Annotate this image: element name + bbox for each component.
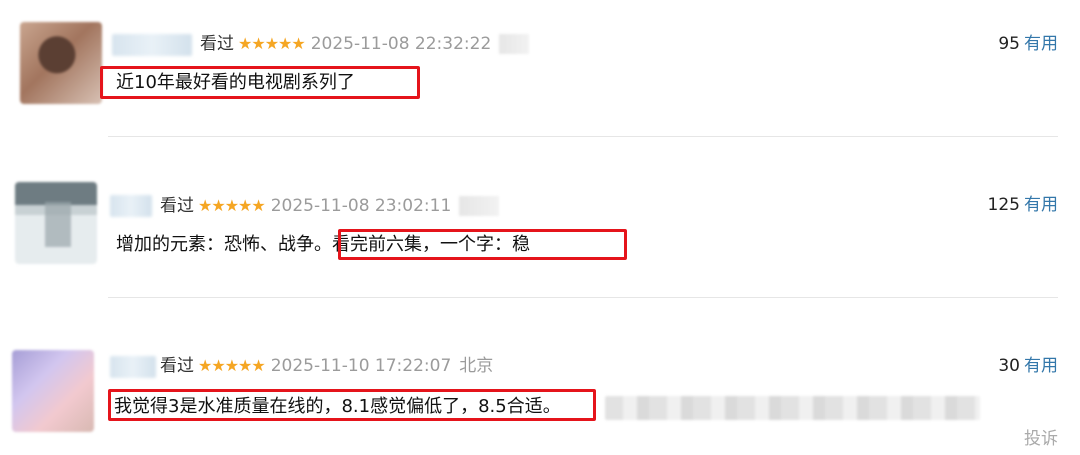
watch-status: 看过 bbox=[160, 356, 194, 376]
review-text-blurred bbox=[605, 396, 980, 420]
review-item: 看过 ★★★★★ 2025-11-10 17:22:07 北京 30 有用 我觉得3是水… bbox=[0, 0, 1080, 455]
review-meta: 看过 ★★★★★ 2025-11-10 17:22:07 北京 bbox=[160, 355, 493, 377]
report-button[interactable]: 投诉 bbox=[1024, 424, 1058, 449]
review-time: 2025-11-10 17:22:07 bbox=[270, 356, 452, 376]
username-blurred[interactable] bbox=[110, 356, 156, 378]
useful-count: 30 bbox=[998, 356, 1020, 376]
review-location: 北京 bbox=[459, 356, 494, 376]
avatar[interactable] bbox=[12, 350, 94, 432]
rating-stars: ★★★★★ bbox=[198, 356, 266, 375]
useful-button[interactable]: 有用 bbox=[1024, 356, 1058, 376]
useful-vote: 30 有用 bbox=[998, 355, 1058, 377]
highlight-box bbox=[108, 389, 596, 421]
